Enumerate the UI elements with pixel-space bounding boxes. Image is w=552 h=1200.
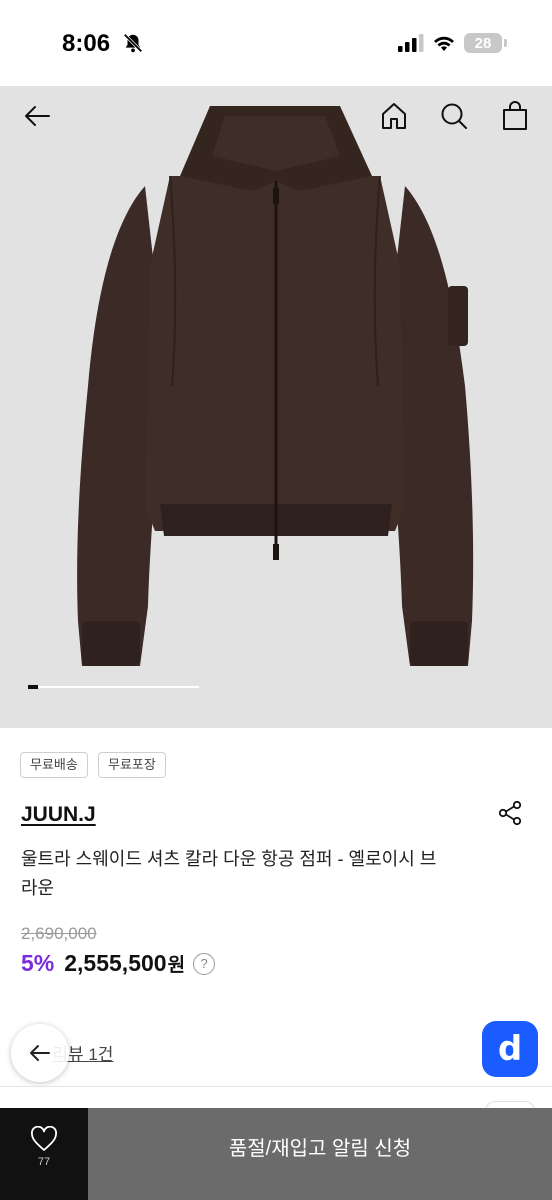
product-image	[77, 106, 474, 666]
status-bar: 8:06 28	[0, 0, 552, 86]
original-price: 2,690,000	[21, 924, 97, 943]
like-button[interactable]: 77	[0, 1108, 88, 1200]
price-info-icon[interactable]: ?	[193, 952, 216, 975]
search-icon[interactable]	[438, 100, 470, 132]
share-icon[interactable]	[496, 799, 524, 827]
wifi-icon	[434, 36, 454, 51]
sale-price-row: 5% 2,555,500 원 ?	[21, 950, 216, 977]
sale-price: 2,555,500	[64, 950, 167, 976]
carousel-progress-thumb	[28, 685, 38, 689]
discount-rate: 5%	[21, 950, 55, 976]
carousel-progress-track	[28, 686, 199, 688]
section-divider	[0, 1086, 552, 1087]
brand-link[interactable]: JUUN.J	[21, 803, 96, 827]
battery-indicator: 28	[464, 33, 507, 53]
muted-bell-icon	[123, 33, 143, 53]
battery-level: 28	[474, 34, 492, 52]
back-arrow-icon	[30, 1045, 50, 1061]
price-unit: 원	[167, 955, 186, 976]
heart-icon	[31, 1126, 57, 1151]
signal-icon	[398, 34, 424, 52]
like-count: 77	[37, 1156, 51, 1168]
app-shortcut-button[interactable]: d	[482, 1021, 538, 1077]
restock-alert-button[interactable]: 품절/재입고 알림 신청	[88, 1108, 552, 1200]
product-title: 울트라 스웨이드 셔츠 칼라 다운 항공 점퍼 - 옐로이시 브라운	[21, 849, 437, 898]
product-image-carousel[interactable]	[0, 86, 552, 728]
home-icon[interactable]	[378, 100, 410, 132]
floating-back-button[interactable]	[11, 1024, 69, 1082]
shopping-bag-icon[interactable]	[499, 100, 531, 132]
back-arrow-icon[interactable]	[21, 100, 53, 132]
status-time: 8:06	[62, 30, 111, 57]
tag-free-packaging: 무료포장	[98, 752, 166, 778]
tag-free-shipping: 무료배송	[20, 752, 88, 778]
status-indicators: 28	[398, 33, 507, 53]
